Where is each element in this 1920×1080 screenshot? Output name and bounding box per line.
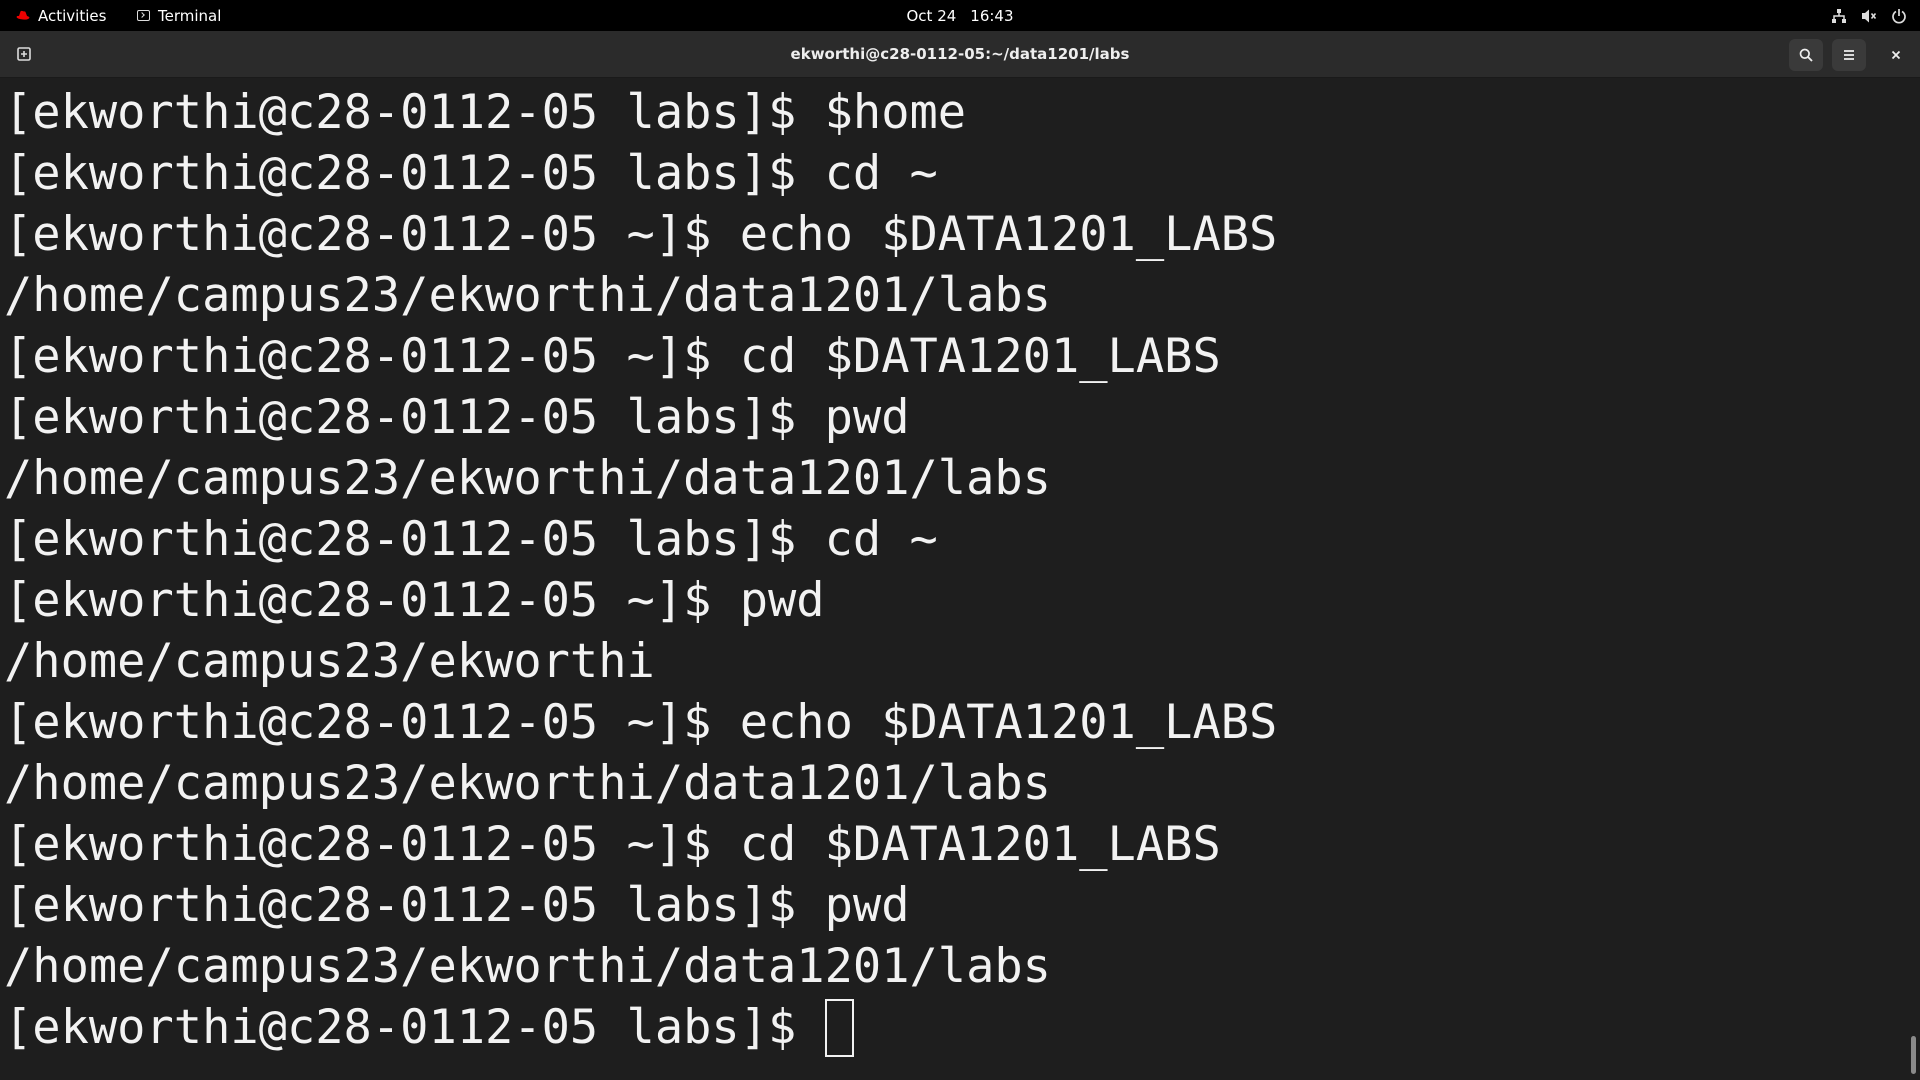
search-button[interactable] (1789, 39, 1823, 71)
terminal-line: /home/campus23/ekworthi/data1201/labs (4, 939, 1051, 994)
terminal-icon (137, 10, 150, 21)
terminal-line: [ekworthi@c28-0112-05 labs]$ cd ~ (4, 512, 938, 567)
terminal-output-area[interactable]: [ekworthi@c28-0112-05 labs]$ $home [ekwo… (0, 78, 1920, 1080)
text-cursor (824, 998, 854, 1057)
current-prompt-line[interactable]: [ekworthi@c28-0112-05 labs]$ (4, 997, 1277, 1058)
window-title: ekworthi@c28-0112-05:~/data1201/labs (790, 45, 1130, 63)
terminal-line: [ekworthi@c28-0112-05 labs]$ cd ~ (4, 146, 938, 201)
close-window-button[interactable] (1879, 39, 1913, 71)
terminal-line: [ekworthi@c28-0112-05 labs]$ pwd (4, 878, 910, 933)
terminal-line: [ekworthi@c28-0112-05 ~]$ pwd (4, 573, 825, 628)
network-icon[interactable] (1828, 0, 1850, 31)
terminal-lines: [ekworthi@c28-0112-05 labs]$ $home [ekwo… (4, 82, 1277, 1058)
terminal-line: [ekworthi@c28-0112-05 ~]$ echo $DATA1201… (4, 695, 1278, 750)
hamburger-menu-icon (1844, 50, 1854, 60)
terminal-line: /home/campus23/ekworthi/data1201/labs (4, 268, 1051, 323)
new-tab-icon (17, 46, 31, 61)
system-status-area[interactable] (1820, 0, 1910, 31)
terminal-header-bar: ekworthi@c28-0112-05:~/data1201/labs (0, 31, 1920, 78)
terminal-line: [ekworthi@c28-0112-05 labs]$ pwd (4, 390, 910, 445)
terminal-line: [ekworthi@c28-0112-05 ~]$ cd $DATA1201_L… (4, 817, 1221, 872)
terminal-line: /home/campus23/ekworthi/data1201/labs (4, 451, 1051, 506)
scrollbar-thumb[interactable] (1911, 1036, 1916, 1074)
top-bar: Activities Terminal Oct 24 16:43 (0, 0, 1920, 31)
activities-button[interactable]: Activities (16, 0, 106, 31)
activities-label: Activities (38, 6, 107, 25)
app-menu-terminal[interactable]: Terminal (137, 0, 221, 31)
redhat-logo-icon (16, 7, 30, 25)
clock-time[interactable]: 16:43 (970, 7, 1013, 25)
clock-date[interactable]: Oct 24 (906, 7, 956, 25)
terminal-scrollbar[interactable] (1908, 78, 1920, 1080)
terminal-line: [ekworthi@c28-0112-05 ~]$ echo $DATA1201… (4, 207, 1278, 262)
terminal-line: [ekworthi@c28-0112-05 labs]$ $home (4, 85, 967, 140)
power-icon[interactable] (1888, 0, 1910, 31)
search-icon (1799, 48, 1813, 62)
close-icon (1891, 50, 1901, 60)
terminal-line: /home/campus23/ekworthi/data1201/labs (4, 756, 1051, 811)
new-tab-button[interactable] (10, 38, 38, 69)
clock: Oct 24 16:43 (0, 0, 1920, 31)
terminal-line: /home/campus23/ekworthi (4, 634, 655, 689)
menu-button[interactable] (1832, 39, 1866, 71)
app-menu-label: Terminal (158, 6, 222, 25)
terminal-line: [ekworthi@c28-0112-05 ~]$ cd $DATA1201_L… (4, 329, 1221, 384)
volume-icon[interactable] (1858, 0, 1880, 31)
current-prompt: [ekworthi@c28-0112-05 labs]$ (4, 1000, 825, 1055)
